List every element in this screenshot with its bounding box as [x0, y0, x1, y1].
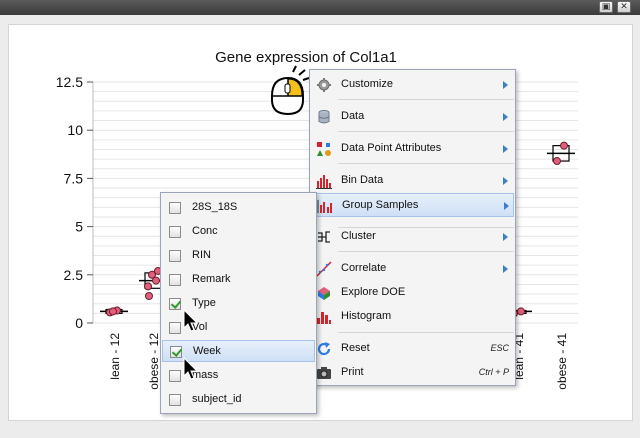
y-tick-label: 7.5: [64, 170, 84, 186]
context-menu: Customize Data Data Point Attributes Bin…: [309, 69, 516, 386]
submenu-arrow-icon: [503, 145, 508, 153]
submenu-item-label: 28S_18S: [192, 201, 238, 213]
submenu-arrow-icon: [504, 202, 509, 210]
correlate-icon: [316, 261, 332, 277]
menu-item-print[interactable]: Print Ctrl + P: [311, 361, 514, 385]
gear-icon: [317, 78, 331, 92]
y-tick-label: 0: [75, 315, 83, 331]
submenu-item-label: RIN: [192, 249, 211, 261]
submenu-item-rin[interactable]: RIN: [162, 245, 315, 267]
menu-item-label: Explore DOE: [341, 286, 406, 298]
checkbox[interactable]: [169, 274, 181, 286]
menu-item-label: Customize: [341, 78, 393, 90]
data-point: [144, 282, 152, 291]
submenu-item-label: subject_id: [192, 393, 242, 405]
dendrogram-icon: [318, 231, 330, 243]
submenu-item-remark[interactable]: Remark: [162, 269, 315, 291]
checkbox[interactable]: [169, 226, 181, 238]
mouse-pointer-icon: [183, 357, 199, 380]
menu-item-label: Correlate: [341, 262, 387, 274]
menu-item-label: Bin Data: [341, 174, 384, 186]
checkbox[interactable]: [169, 250, 181, 262]
menu-item-label: Data: [341, 110, 365, 122]
y-tick-label: 10: [67, 122, 83, 138]
menu-item-cluster[interactable]: Cluster: [311, 225, 514, 249]
chart-y-axis: 0 2.5 5 7.5 10 12.5: [56, 74, 94, 331]
submenu-arrow-icon: [503, 81, 508, 89]
shapes-icon: [317, 142, 331, 156]
menu-item-label: Group Samples: [342, 199, 419, 211]
menu-shortcut: ESC: [490, 343, 509, 353]
submenu-arrow-icon: [503, 113, 508, 121]
menu-separator: [338, 163, 514, 164]
menu-separator: [338, 251, 514, 252]
submenu-item-conc[interactable]: Conc: [162, 221, 315, 243]
y-tick-label: 5: [75, 219, 83, 235]
y-tick-label: 2.5: [64, 267, 84, 283]
menu-item-data[interactable]: Data: [311, 105, 514, 129]
reset-icon: [317, 342, 331, 356]
histogram-bins-icon: [316, 175, 332, 189]
histogram-icon: [317, 312, 331, 324]
checkbox[interactable]: [169, 202, 181, 214]
menu-item-label: Print: [341, 366, 364, 378]
menu-item-data-point-attributes[interactable]: Data Point Attributes: [311, 137, 514, 161]
data-point: [517, 307, 525, 316]
x-tick-label: obese - 12: [147, 333, 161, 390]
mouse-pointer-icon: [183, 309, 199, 332]
camera-icon: [317, 367, 331, 379]
menu-item-label: Reset: [341, 342, 370, 354]
data-point: [553, 157, 561, 166]
checkbox-checked[interactable]: [169, 298, 181, 310]
doe-icon: [318, 287, 330, 300]
submenu-item-label: Remark: [192, 273, 231, 285]
menu-item-reset[interactable]: Reset ESC: [311, 337, 514, 361]
menu-separator: [338, 131, 514, 132]
menu-item-explore-doe[interactable]: Explore DOE: [311, 281, 514, 305]
submenu-arrow-icon: [503, 265, 508, 273]
x-tick-label: lean - 12: [108, 333, 122, 380]
database-icon: [318, 110, 330, 124]
submenu-arrow-icon: [503, 233, 508, 241]
data-point: [145, 292, 153, 301]
menu-item-bin-data[interactable]: Bin Data: [311, 169, 514, 193]
menu-item-label: Histogram: [341, 310, 392, 322]
x-tick-label: obese - 41: [555, 333, 569, 390]
menu-separator: [338, 332, 514, 333]
submenu-arrow-icon: [503, 177, 508, 185]
checkbox[interactable]: [169, 322, 181, 334]
menu-item-label: Cluster: [341, 230, 376, 242]
submenu-item-label: Conc: [192, 225, 218, 237]
checkbox-checked[interactable]: [170, 346, 182, 358]
checkbox[interactable]: [169, 394, 181, 406]
data-point: [109, 307, 117, 316]
checkbox[interactable]: [169, 370, 181, 382]
y-tick-label: 12.5: [56, 74, 83, 90]
menu-separator: [338, 99, 514, 100]
data-point: [560, 141, 568, 150]
mouse-right-click-icon: [271, 65, 310, 116]
submenu-item-28s-18s[interactable]: 28S_18S: [162, 197, 315, 219]
submenu-item-subject-id[interactable]: subject_id: [162, 389, 315, 411]
menu-item-histogram[interactable]: Histogram: [311, 305, 514, 329]
submenu-item-label: Week: [193, 345, 221, 357]
menu-item-correlate[interactable]: Correlate: [311, 257, 514, 281]
menu-item-customize[interactable]: Customize: [311, 73, 514, 97]
menu-item-label: Data Point Attributes: [341, 142, 442, 154]
menu-item-group-samples[interactable]: Group Samples: [311, 193, 514, 217]
group-chart-icon: [317, 200, 332, 213]
submenu-item-label: Type: [192, 297, 216, 309]
menu-shortcut: Ctrl + P: [478, 367, 509, 377]
